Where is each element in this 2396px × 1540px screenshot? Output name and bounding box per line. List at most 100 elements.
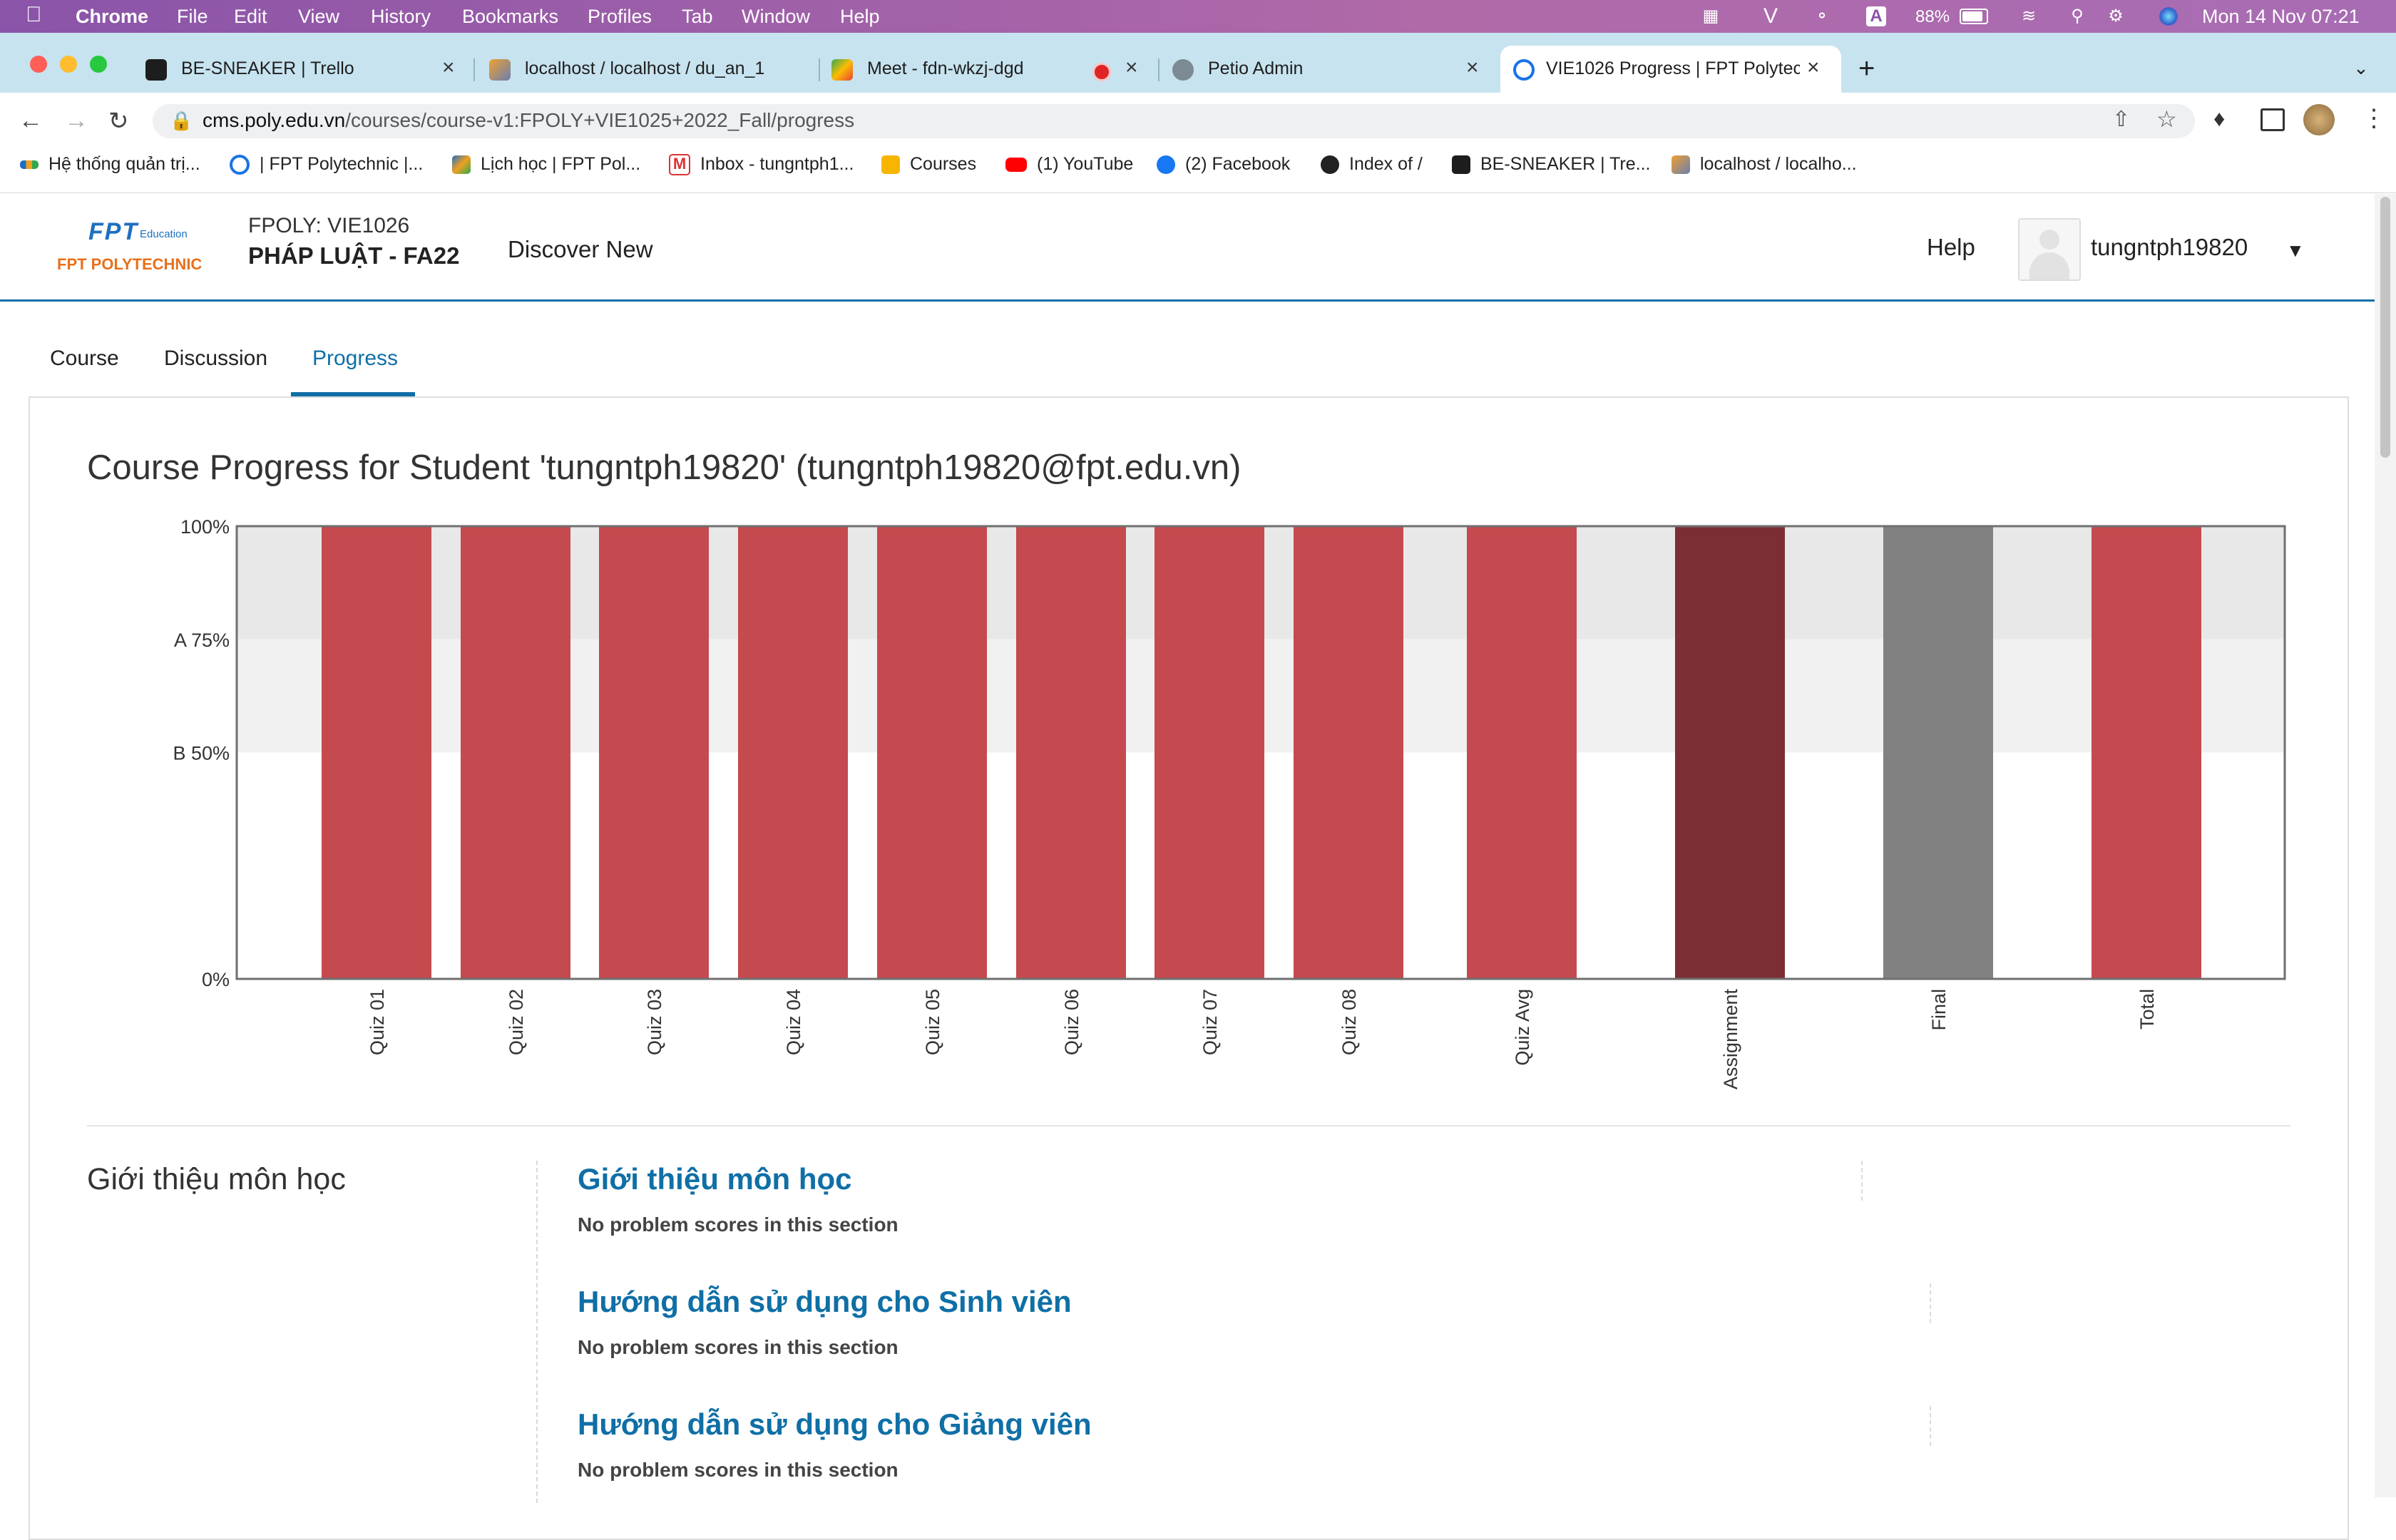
- menu-file[interactable]: File: [177, 6, 208, 28]
- text-input-icon[interactable]: A: [1864, 4, 1888, 29]
- help-link[interactable]: Help: [1927, 234, 1975, 261]
- score-divider: [1930, 1283, 1931, 1323]
- browser-tab-localhost[interactable]: localhost / localhost / du_an_1: [489, 46, 817, 93]
- bookmark-item[interactable]: | FPT Polytechnic |...: [230, 154, 423, 175]
- side-panel-icon[interactable]: [2261, 108, 2285, 131]
- menu-view[interactable]: View: [298, 6, 339, 28]
- browser-tab-active[interactable]: VIE1026 Progress | FPT Polytechnic ×: [1500, 46, 1841, 93]
- logo-polytechnic: FPT POLYTECHNIC: [57, 255, 203, 273]
- battery-icon[interactable]: [1957, 4, 1991, 29]
- keyboard-icon[interactable]: ▦: [1699, 4, 1723, 29]
- phpmyadmin-icon: [1671, 155, 1690, 175]
- menubar-clock[interactable]: Mon 14 Nov 07:21: [2202, 6, 2360, 28]
- phpmyadmin-icon: [489, 59, 511, 81]
- apple-icon[interactable]: : [26, 3, 42, 27]
- x-tick-label: Total: [2136, 989, 2158, 1030]
- fpt-polytechnic-logo[interactable]: FPT Education FPT POLYTECHNIC: [54, 217, 221, 278]
- x-tick-label: Quiz 02: [506, 989, 527, 1055]
- caret-down-icon[interactable]: ▼: [2286, 240, 2305, 262]
- bookmark-item[interactable]: BE-SNEAKER | Tre...: [1452, 154, 1651, 175]
- close-icon[interactable]: ×: [1807, 56, 1820, 80]
- siri-icon[interactable]: [2156, 4, 2181, 29]
- close-icon[interactable]: ×: [1466, 56, 1479, 80]
- tab-separator: [1158, 58, 1159, 81]
- bookmark-item[interactable]: Hệ thống quản trị...: [20, 154, 200, 175]
- bookmark-star-icon[interactable]: ☆: [2156, 106, 2177, 133]
- menu-app-name[interactable]: Chrome: [76, 6, 148, 28]
- lock-icon[interactable]: 🔒: [170, 110, 193, 132]
- forward-arrow-icon[interactable]: →: [64, 107, 88, 135]
- browser-tab-trello[interactable]: BE-SNEAKER | Trello ×: [145, 46, 466, 93]
- browser-tab-petio[interactable]: Petio Admin ×: [1172, 46, 1493, 93]
- profile-avatar[interactable]: [2303, 104, 2335, 135]
- section-divider: [87, 1125, 2290, 1126]
- fpt-logo-icon: [452, 155, 471, 175]
- headphones-icon[interactable]: ⚬: [1810, 4, 1834, 29]
- scrollbar-thumb[interactable]: [2380, 197, 2390, 458]
- facebook-icon: [1157, 155, 1175, 175]
- tab-separator: [819, 58, 820, 81]
- discover-new-link[interactable]: Discover New: [508, 236, 653, 263]
- address-url[interactable]: cms.poly.edu.vn/courses/course-v1:FPOLY+…: [203, 109, 854, 132]
- vimeo-icon[interactable]: V: [1758, 4, 1783, 29]
- bookmark-item[interactable]: localhost / localho...: [1671, 154, 1857, 175]
- x-tick-label: Final: [1928, 989, 1950, 1031]
- section-title-link[interactable]: Giới thiệu môn học: [578, 1162, 852, 1196]
- tab-course[interactable]: Course: [50, 346, 119, 371]
- x-tick-label: Quiz 08: [1338, 989, 1360, 1055]
- x-tick-label: Quiz Avg: [1512, 989, 1533, 1066]
- x-tick-label: Quiz 05: [922, 989, 943, 1055]
- menu-bookmarks[interactable]: Bookmarks: [462, 6, 558, 28]
- tab-progress[interactable]: Progress: [312, 346, 398, 371]
- menu-profiles[interactable]: Profiles: [588, 6, 652, 28]
- tab-title: VIE1026 Progress | FPT Polytechnic: [1546, 58, 1800, 78]
- close-icon[interactable]: ×: [1125, 56, 1138, 80]
- bookmark-item[interactable]: Index of /: [1321, 154, 1423, 175]
- tab-title: Meet - fdn-wkzj-dgd: [867, 58, 1024, 78]
- search-icon[interactable]: ⚲: [2065, 4, 2089, 29]
- tab-search-chevron-icon[interactable]: ⌄: [2353, 57, 2369, 79]
- user-avatar[interactable]: [2018, 218, 2081, 281]
- menu-history[interactable]: History: [371, 6, 431, 28]
- reload-icon[interactable]: ↻: [108, 107, 129, 135]
- new-tab-button[interactable]: +: [1858, 53, 1875, 85]
- tab-discussion[interactable]: Discussion: [164, 346, 267, 371]
- bar-total: [2092, 526, 2201, 979]
- bookmark-item[interactable]: Lịch học | FPT Pol...: [452, 154, 640, 175]
- logo-fpt: FPT: [88, 218, 139, 245]
- avatar-body: [2029, 252, 2069, 279]
- window-close-button[interactable]: [30, 56, 47, 73]
- share-icon[interactable]: ⇧: [2112, 107, 2130, 132]
- bar-quiz-03: [599, 526, 709, 979]
- menu-tab[interactable]: Tab: [682, 6, 713, 28]
- bookmark-item[interactable]: (2) Facebook: [1157, 154, 1290, 175]
- bookmark-item[interactable]: M Inbox - tungntph1...: [669, 154, 854, 176]
- menu-help[interactable]: Help: [840, 6, 880, 28]
- window-minimize-button[interactable]: [60, 56, 77, 73]
- window-zoom-button[interactable]: [90, 56, 107, 73]
- close-icon[interactable]: ×: [442, 56, 455, 80]
- menu-edit[interactable]: Edit: [234, 6, 267, 28]
- browser-tab-meet[interactable]: Meet - fdn-wkzj-dgd ×: [831, 46, 1152, 93]
- section-title-link[interactable]: Hướng dẫn sử dụng cho Giảng viên: [578, 1407, 1092, 1442]
- chapter-title: Giới thiệu môn học: [87, 1162, 346, 1196]
- url-host: cms.poly.edu.vn: [203, 109, 346, 131]
- control-center-icon[interactable]: ⚙: [2104, 4, 2128, 29]
- battery-percent: 88%: [1915, 7, 1950, 26]
- tab-title: localhost / localhost / du_an_1: [525, 58, 765, 78]
- section-title-link[interactable]: Hướng dẫn sử dụng cho Sinh viên: [578, 1285, 1072, 1319]
- wifi-icon[interactable]: ≋: [2017, 4, 2041, 29]
- back-arrow-icon[interactable]: ←: [19, 107, 43, 135]
- more-menu-icon[interactable]: ⋮: [2362, 104, 2386, 133]
- bookmark-item[interactable]: (1) YouTube: [1005, 154, 1133, 175]
- url-path: /courses/course-v1:FPOLY+VIE1025+2022_Fa…: [345, 109, 855, 131]
- x-tick-label: Quiz 07: [1199, 989, 1221, 1055]
- menu-window[interactable]: Window: [742, 6, 810, 28]
- x-tick-label: Quiz 06: [1061, 989, 1082, 1055]
- extensions-puzzle-icon[interactable]: ♦: [2213, 106, 2225, 132]
- macos-menubar:  Chrome File Edit View History Bookmark…: [0, 0, 2396, 33]
- fpt-ring-icon: [1513, 59, 1535, 81]
- bookmark-item[interactable]: Courses: [881, 154, 976, 175]
- bar-quiz-07: [1155, 526, 1264, 979]
- username[interactable]: tungntph19820: [2091, 234, 2248, 261]
